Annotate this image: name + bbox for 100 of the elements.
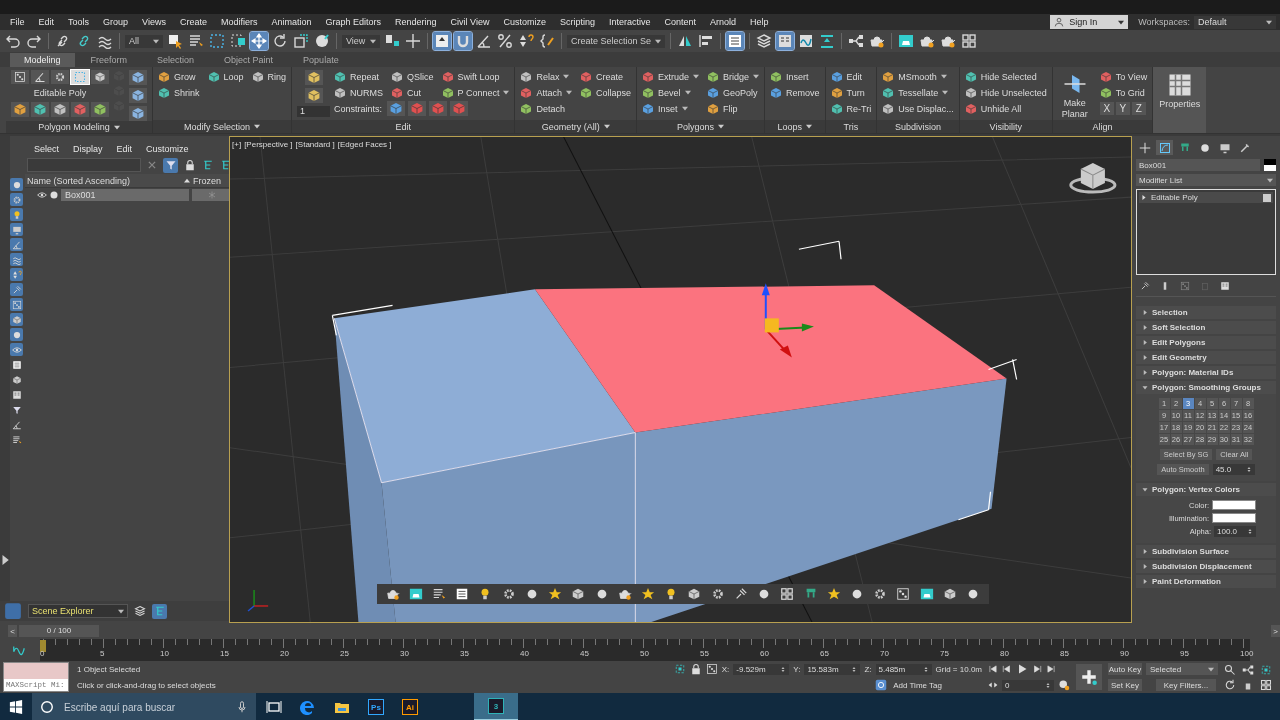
taskbar-app[interactable]: 3 — [474, 693, 518, 720]
panel-title[interactable]: Tris — [825, 120, 877, 133]
ribbon-button[interactable]: Remove — [770, 86, 820, 99]
rollout-header[interactable]: Polygon: Smoothing Groups — [1136, 381, 1276, 394]
menu-item[interactable]: Tools — [62, 17, 98, 27]
menu-item[interactable]: Create — [173, 17, 215, 27]
menu-item[interactable]: Display — [68, 144, 108, 154]
ribbon-button[interactable]: Repeat — [334, 70, 384, 83]
spinner-field[interactable]: 1 — [297, 106, 331, 117]
ribbon-button[interactable]: NURMS — [334, 86, 384, 99]
ribbon-button[interactable]: GeoPoly — [707, 86, 760, 99]
panel-title[interactable]: Subdivision — [877, 120, 959, 133]
rollout-header[interactable]: Paint Deformation — [1136, 575, 1276, 588]
ribbon-button[interactable]: Hide Unselected — [964, 86, 1047, 99]
ribbon-button[interactable]: Attach — [520, 86, 572, 99]
ribbon-button[interactable]: P Connect — [441, 86, 510, 99]
ribbon-button[interactable]: Bevel — [642, 86, 700, 99]
modifier-name[interactable]: Editable Poly — [1151, 193, 1259, 202]
modifier-stack-item[interactable]: Editable Poly — [1139, 192, 1273, 203]
menu-item[interactable]: Scripting — [553, 17, 603, 27]
menu-item[interactable]: Customize — [497, 17, 554, 27]
panel-title[interactable]: Geometry (All) — [515, 120, 636, 133]
menu-item[interactable]: Interactive — [602, 17, 659, 27]
threshold-spinner[interactable]: 45.0 — [1212, 464, 1255, 475]
ribbon-button[interactable]: Swift Loop — [441, 70, 510, 83]
add-time-tag-button[interactable]: Add Time Tag — [874, 678, 942, 692]
ribbon-button[interactable]: Shrink — [158, 86, 200, 99]
rollout-header[interactable]: Subdivision Displacement — [1136, 560, 1276, 573]
ribbon-button[interactable]: Re-Tri — [830, 102, 872, 115]
workspace-dropdown[interactable]: Default — [1194, 15, 1276, 29]
ribbon-button[interactable]: Inset — [642, 102, 700, 115]
toolbar-dropdown[interactable]: View — [342, 34, 380, 48]
axis-button[interactable]: X — [1099, 102, 1114, 115]
coordinate-field[interactable]: -9.529m — [733, 663, 790, 675]
ribbon-tab[interactable]: Modeling — [10, 53, 75, 67]
rollout-header[interactable]: Polygon: Vertex Colors — [1136, 483, 1276, 496]
ribbon-tab[interactable]: Populate — [289, 53, 353, 67]
ribbon-tab[interactable]: Object Paint — [210, 53, 288, 67]
menu-item[interactable]: Modifiers — [214, 17, 266, 27]
viewport-label[interactable]: [Perspective ] — [244, 140, 293, 149]
menu-item[interactable]: Animation — [265, 17, 320, 27]
ribbon-button[interactable]: QSlice — [391, 70, 434, 83]
rollout-header[interactable]: Edit Geometry — [1136, 351, 1276, 364]
ribbon-button[interactable]: Bridge — [707, 70, 760, 83]
coordinate-field[interactable]: 5.485m — [875, 663, 932, 675]
panel-title[interactable]: Modify Selection — [153, 120, 292, 133]
sign-in-dropdown[interactable]: Sign In — [1050, 15, 1129, 29]
search-field[interactable]: Escribe aquí para buscar — [62, 700, 228, 714]
taskbar-app[interactable]: Ps — [360, 693, 392, 720]
ribbon-button[interactable]: Tessellate — [882, 86, 954, 99]
ribbon-button[interactable]: Flip — [707, 102, 760, 115]
ribbon-button[interactable]: Ring — [251, 70, 287, 83]
ribbon-button[interactable]: Unhide All — [964, 102, 1047, 115]
ribbon-button[interactable]: Collapse — [579, 86, 631, 99]
viewport-label[interactable]: [Edged Faces ] — [337, 140, 392, 149]
ribbon-button[interactable]: Make Planar — [1057, 70, 1092, 120]
ribbon-button[interactable]: Relax — [520, 70, 572, 83]
previous-frame-button[interactable]: < — [8, 625, 17, 637]
rollout-header[interactable]: Subdivision Surface — [1136, 545, 1276, 558]
panel-title[interactable]: Edit — [292, 120, 515, 133]
ribbon-button[interactable]: Detach — [520, 102, 572, 115]
panel-title[interactable]: Visibility — [959, 120, 1052, 133]
rollout-header[interactable]: Selection — [1136, 306, 1276, 319]
rollout-header[interactable]: Edit Polygons — [1136, 336, 1276, 349]
key-mode-dropdown[interactable]: Selected — [1146, 663, 1218, 675]
ribbon-tab[interactable]: Freeform — [76, 53, 142, 67]
object-name-cell[interactable]: Box001 — [61, 188, 189, 201]
alpha-spinner[interactable]: 100.0 — [1214, 526, 1256, 537]
column-header[interactable]: Frozen — [184, 175, 232, 186]
menu-item[interactable]: Customize — [141, 144, 194, 154]
menu-item[interactable]: Edit — [111, 144, 138, 154]
ribbon-button[interactable]: Use Displac... — [882, 102, 954, 115]
ribbon-tab[interactable]: Selection — [143, 53, 209, 67]
object-name-field[interactable]: Box001 — [1136, 159, 1260, 171]
axis-button[interactable]: Z — [1131, 102, 1146, 115]
menu-item[interactable]: Content — [658, 17, 704, 27]
rollout-header[interactable]: Soft Selection — [1136, 321, 1276, 334]
coordinate-field[interactable]: 15.583m — [804, 663, 861, 675]
menu-item[interactable]: Select — [29, 144, 64, 154]
time-slider-thumb[interactable]: 0 / 100 — [19, 625, 99, 637]
taskbar-search-box[interactable]: Escribe aquí para buscar — [32, 693, 256, 720]
axis-button[interactable]: Y — [1115, 102, 1130, 115]
menu-item[interactable]: Edit — [32, 17, 63, 27]
modifier-list-dropdown[interactable]: Modifier List — [1136, 174, 1276, 186]
panel-title[interactable]: Loops — [765, 120, 825, 133]
menu-item[interactable]: File — [4, 17, 33, 27]
perspective-viewport[interactable]: [+] [Perspective ] [Standard ] [Edged Faces ] — [229, 136, 1132, 623]
menu-item[interactable]: Arnold — [704, 17, 744, 27]
menu-item[interactable]: Graph Editors — [319, 17, 389, 27]
panel-title[interactable]: Polygons — [637, 120, 765, 133]
column-header[interactable]: Name (Sorted Ascending) — [25, 175, 184, 186]
toolbar-dropdown[interactable]: All — [125, 34, 163, 48]
rollout-header[interactable]: Polygon: Material IDs — [1136, 366, 1276, 379]
ribbon-button[interactable]: MSmooth — [882, 70, 954, 83]
set-key-mode-button[interactable]: Set Key — [1108, 679, 1142, 691]
key-filters-button[interactable]: Key Filters... — [1156, 679, 1216, 691]
ribbon-button[interactable]: Extrude — [642, 70, 700, 83]
menu-item[interactable]: Rendering — [389, 17, 445, 27]
ribbon-button[interactable]: Grow — [158, 70, 200, 83]
menu-item[interactable]: Group — [97, 17, 137, 27]
